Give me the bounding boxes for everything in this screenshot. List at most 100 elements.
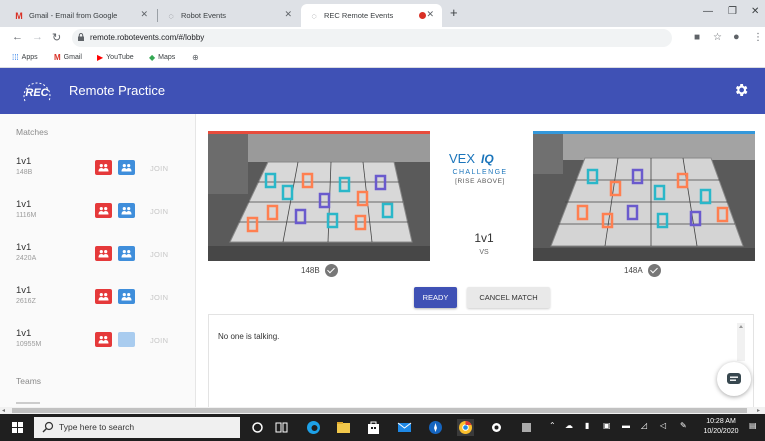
- bookmark-star-icon[interactable]: ☆: [713, 32, 722, 43]
- url-text: remote.robotevents.com/#/lobby: [90, 33, 205, 42]
- chat-bubble-icon: [727, 373, 741, 384]
- close-tab-icon[interactable]: ✕: [426, 9, 434, 20]
- bookmark-label: Maps: [158, 54, 176, 61]
- windows-start-icon[interactable]: [12, 422, 23, 433]
- tab-robot-events[interactable]: ◌ Robot Events ✕: [158, 4, 300, 27]
- bookmark-apps[interactable]: ⁞⁞⁞ Apps: [12, 53, 38, 62]
- address-bar[interactable]: remote.robotevents.com/#/lobby: [72, 29, 672, 47]
- left-team-name: 148B: [301, 266, 320, 275]
- team-slot-red: [95, 246, 112, 261]
- tab-gmail[interactable]: M Gmail - Email from Google ✕: [6, 4, 156, 27]
- versus-label: VS: [479, 249, 489, 256]
- tray-app-icon[interactable]: ▣: [603, 421, 611, 430]
- minimize-icon[interactable]: —: [703, 6, 713, 17]
- rec-foundation-logo: REC: [23, 82, 51, 102]
- join-button[interactable]: JOIN: [150, 207, 168, 216]
- browser-tab-strip: M Gmail - Email from Google ✕ ◌ Robot Ev…: [0, 0, 765, 27]
- match-type: 1v1: [16, 156, 32, 167]
- join-button[interactable]: JOIN: [150, 164, 168, 173]
- cortana-icon[interactable]: [249, 419, 266, 436]
- search-icon: [42, 421, 54, 433]
- youtube-icon: ▶: [97, 53, 104, 62]
- right-team-camera: [533, 131, 755, 261]
- svg-text:VEX: VEX: [449, 151, 475, 166]
- match-type: 1v1: [16, 285, 32, 296]
- tab-label: Robot Events: [181, 11, 227, 20]
- forward-icon[interactable]: →: [32, 31, 43, 43]
- bookmark-gmail[interactable]: M Gmail: [54, 53, 82, 62]
- usb-icon[interactable]: ▮: [585, 421, 589, 430]
- ready-check-icon: [647, 264, 661, 277]
- app-icon[interactable]: [518, 419, 535, 436]
- chat-toggle-button[interactable]: [717, 362, 751, 396]
- edge-browser-icon[interactable]: [305, 419, 322, 436]
- file-explorer-icon[interactable]: [335, 419, 352, 436]
- task-view-icon[interactable]: [273, 419, 290, 436]
- tab-rec-remote-events[interactable]: ◌ REC Remote Events ✕: [301, 4, 442, 27]
- notifications-icon[interactable]: ▤: [749, 421, 757, 430]
- field-camera-image: [533, 134, 755, 261]
- team-slot-blue: [118, 246, 135, 261]
- network-icon[interactable]: ◿: [641, 421, 647, 430]
- taskbar-search-input[interactable]: Type here to search: [34, 417, 240, 438]
- match-team: 10955M: [16, 341, 42, 348]
- app-header: REC Remote Practice: [0, 68, 765, 114]
- system-clock[interactable]: 10:28 AM 10/20/2020: [699, 417, 743, 437]
- settings-gear-icon[interactable]: [488, 419, 505, 436]
- team-slot-red: [95, 203, 112, 218]
- join-button[interactable]: JOIN: [150, 250, 168, 259]
- svg-text:[RISE ABOVE]: [RISE ABOVE]: [455, 178, 505, 185]
- bookmark-globe[interactable]: ⊕: [192, 53, 202, 62]
- cancel-match-button[interactable]: CANCEL MATCH: [467, 287, 550, 308]
- field-camera-image: [208, 134, 430, 261]
- profile-icon[interactable]: ●: [733, 31, 740, 43]
- team-slot-blue: [118, 203, 135, 218]
- close-tab-icon[interactable]: ✕: [284, 9, 292, 20]
- team-slot-red: [95, 289, 112, 304]
- search-placeholder: Type here to search: [59, 422, 135, 432]
- microsoft-store-icon[interactable]: [365, 419, 382, 436]
- chat-box[interactable]: No one is talking.: [208, 314, 754, 407]
- compass-icon[interactable]: [427, 419, 444, 436]
- bookmark-label: Apps: [21, 54, 38, 61]
- close-tab-icon[interactable]: ✕: [140, 9, 148, 20]
- team-slot-red: [95, 332, 112, 347]
- battery-icon[interactable]: ▬: [622, 421, 630, 430]
- reload-icon[interactable]: ↻: [52, 31, 61, 44]
- match-list-item: 1v1 1116M JOIN: [0, 199, 195, 239]
- chrome-icon[interactable]: [457, 419, 474, 436]
- close-window-icon[interactable]: ✕: [751, 6, 759, 17]
- match-list-item: 1v1 10955M JOIN: [0, 328, 195, 368]
- new-tab-button[interactable]: +: [450, 5, 458, 20]
- pen-icon[interactable]: ✎: [680, 421, 687, 430]
- scrollbar-thumb[interactable]: [12, 408, 747, 413]
- restore-icon[interactable]: ❐: [728, 6, 737, 17]
- mail-icon[interactable]: [396, 419, 413, 436]
- logo-text: REC: [25, 87, 49, 99]
- loading-icon: ◌: [311, 10, 317, 21]
- svg-text:CHALLENGE: CHALLENGE: [452, 169, 507, 176]
- horizontal-scrollbar[interactable]: ◂ ▸: [0, 407, 765, 414]
- matches-heading: Matches: [16, 127, 49, 137]
- menu-icon[interactable]: ⋮: [753, 32, 763, 43]
- right-team-label: 148A: [624, 264, 661, 277]
- left-team-label: 148B: [301, 264, 338, 277]
- chat-scrollbar[interactable]: [737, 323, 745, 361]
- bookmark-maps[interactable]: ◆ Maps: [149, 53, 175, 62]
- left-team-camera: [208, 131, 430, 261]
- back-icon[interactable]: ←: [12, 31, 23, 43]
- camera-icon[interactable]: ■: [694, 32, 700, 43]
- volume-icon[interactable]: ◁: [660, 421, 666, 430]
- cloud-icon[interactable]: ☁: [565, 421, 573, 430]
- join-button[interactable]: JOIN: [150, 336, 168, 345]
- ready-button[interactable]: READY: [414, 287, 457, 308]
- match-list-item: 1v1 2616Z JOIN: [0, 285, 195, 325]
- gear-icon[interactable]: [733, 82, 749, 98]
- scroll-left-icon[interactable]: ◂: [2, 407, 5, 414]
- tray-overflow-icon[interactable]: ⌃: [549, 421, 556, 430]
- bookmark-youtube[interactable]: ▶ YouTube: [97, 53, 134, 62]
- lock-icon: [78, 33, 84, 41]
- match-panel: 148B VEX IQ CHALLENGE [RISE ABOVE] 1v1 V…: [197, 114, 765, 407]
- join-button[interactable]: JOIN: [150, 293, 168, 302]
- scroll-right-icon[interactable]: ▸: [757, 407, 760, 414]
